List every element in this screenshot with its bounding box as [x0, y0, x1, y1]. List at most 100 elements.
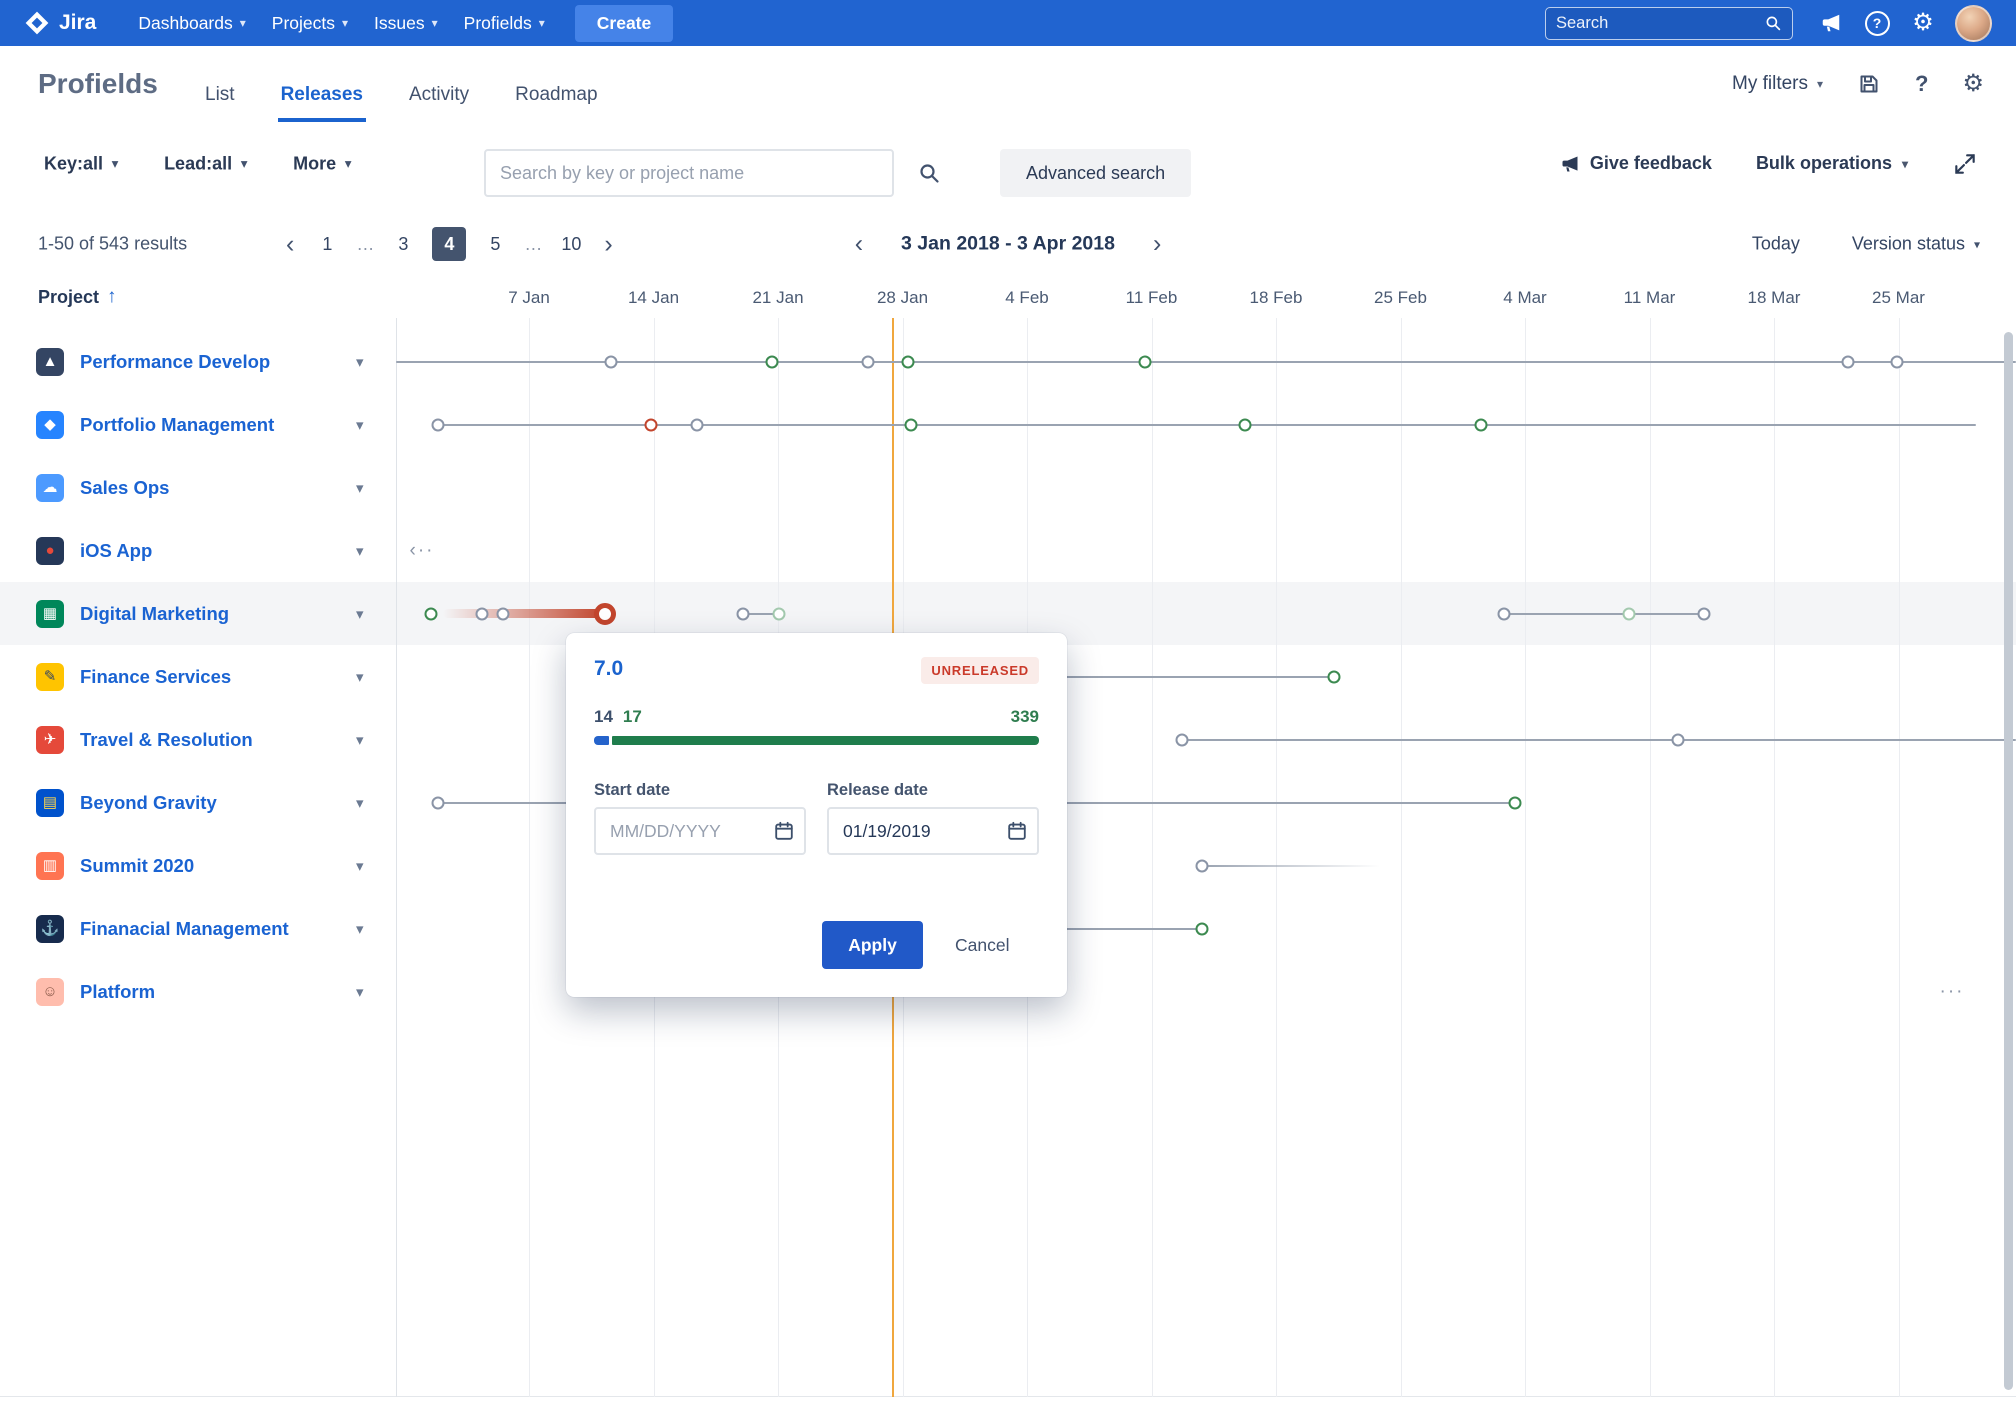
project-icon-glyph: ✈: [44, 732, 57, 747]
collapsed-releases[interactable]: ‹··: [410, 540, 435, 562]
release-marker[interactable]: [1698, 607, 1711, 620]
collapsed-releases[interactable]: ···: [1940, 981, 1965, 1003]
release-marker[interactable]: [1139, 355, 1152, 368]
release-marker[interactable]: [862, 355, 875, 368]
cancel-button[interactable]: Cancel: [945, 921, 1019, 969]
nav-item-projects[interactable]: Projects ▾: [260, 6, 360, 41]
release-line: [1504, 613, 1704, 615]
chevron-down-icon[interactable]: ▾: [356, 920, 364, 938]
release-marker[interactable]: [691, 418, 704, 431]
settings-button[interactable]: ⚙: [1903, 3, 1943, 43]
chevron-down-icon[interactable]: ▾: [356, 416, 364, 434]
release-marker[interactable]: [497, 607, 510, 620]
project-item-finance-services[interactable]: ✎Finance Services▾: [0, 645, 396, 708]
calendar-icon[interactable]: [1006, 820, 1028, 842]
vertical-scrollbar[interactable]: [2004, 332, 2013, 1390]
start-date-label: Start date: [594, 781, 670, 800]
release-marker[interactable]: [1196, 859, 1209, 872]
chevron-down-icon[interactable]: ▾: [356, 857, 364, 875]
release-marker[interactable]: [476, 607, 489, 620]
project-item-finanacial-management[interactable]: ⚓Finanacial Management▾: [0, 897, 396, 960]
user-avatar[interactable]: [1955, 5, 1992, 42]
project-item-summit-2020[interactable]: ▥Summit 2020▾: [0, 834, 396, 897]
progress-segment-blue: [594, 736, 609, 745]
release-marker[interactable]: [766, 355, 779, 368]
top-navbar: Jira Dashboards▾Projects▾Issues▾Profield…: [0, 0, 2016, 46]
release-marker[interactable]: [432, 418, 445, 431]
release-marker[interactable]: [773, 607, 786, 620]
release-marker[interactable]: [1509, 796, 1522, 809]
release-marker[interactable]: [432, 796, 445, 809]
rocket-icon: ▲: [36, 348, 64, 376]
project-item-platform[interactable]: ☺Platform▾: [0, 960, 396, 1023]
nav-item-dashboards[interactable]: Dashboards▾: [126, 6, 257, 41]
nav-item-issues[interactable]: Issues▾: [362, 6, 450, 41]
chevron-down-icon: ▾: [342, 17, 348, 29]
create-button[interactable]: Create: [575, 5, 673, 42]
release-marker[interactable]: [1623, 607, 1636, 620]
date-label-14-jan: 14 Jan: [628, 288, 679, 308]
project-item-sales-ops[interactable]: ☁Sales Ops▾: [0, 456, 396, 519]
progress-bar: [594, 736, 1039, 745]
global-search[interactable]: [1545, 7, 1793, 40]
date-label-28-jan: 28 Jan: [877, 288, 928, 308]
release-line: [1182, 739, 2016, 741]
question-icon: ?: [1865, 11, 1890, 36]
release-marker[interactable]: [737, 607, 750, 620]
release-marker[interactable]: [1239, 418, 1252, 431]
release-marker[interactable]: [605, 355, 618, 368]
nav-menu: Dashboards▾ Projects ▾ Issues▾Profields▾: [126, 6, 556, 41]
chevron-down-icon[interactable]: ▾: [356, 794, 364, 812]
global-search-input[interactable]: [1556, 14, 1756, 33]
calendar-icon[interactable]: [773, 820, 795, 842]
date-label-11-feb: 11 Feb: [1126, 288, 1178, 308]
release-marker[interactable]: [1176, 733, 1189, 746]
progress-segment-green: [612, 736, 1039, 745]
nav-item-label: Projects: [272, 13, 335, 34]
release-marker[interactable]: [425, 607, 438, 620]
date-header-row: 7 Jan14 Jan21 Jan28 Jan4 Feb11 Feb18 Feb…: [0, 288, 2016, 310]
release-marker[interactable]: [1196, 922, 1209, 935]
apply-button[interactable]: Apply: [822, 921, 923, 969]
release-popup: 7.0 UNRELEASED 14 17 339 Start date Rele…: [566, 633, 1067, 997]
release-marker[interactable]: [1328, 670, 1341, 683]
help-button[interactable]: ?: [1857, 3, 1897, 43]
date-label-25-feb: 25 Feb: [1374, 288, 1427, 308]
release-marker[interactable]: [1475, 418, 1488, 431]
date-label-25-mar: 25 Mar: [1872, 288, 1925, 308]
chart-icon: ▦: [36, 600, 64, 628]
release-marker[interactable]: [905, 418, 918, 431]
project-item-portfolio-management[interactable]: ◆Portfolio Management▾: [0, 393, 396, 456]
project-item-ios-app[interactable]: ●iOS App▾: [0, 519, 396, 582]
nav-item-label: Profields: [464, 13, 532, 34]
release-marker[interactable]: [1891, 355, 1904, 368]
release-line: [1202, 865, 1380, 867]
project-item-performance-develop[interactable]: ▲Performance Develop▾: [0, 330, 396, 393]
project-item-beyond-gravity[interactable]: ▤Beyond Gravity▾: [0, 771, 396, 834]
chevron-down-icon[interactable]: ▾: [356, 479, 364, 497]
release-marker[interactable]: [1672, 733, 1685, 746]
jira-logo-text: Jira: [59, 11, 96, 35]
release-marker[interactable]: [902, 355, 915, 368]
chevron-down-icon[interactable]: ▾: [356, 353, 364, 371]
chevron-down-icon[interactable]: ▾: [356, 668, 364, 686]
version-link[interactable]: 7.0: [594, 657, 623, 681]
project-item-travel-resolution[interactable]: ✈Travel & Resolution▾: [0, 708, 396, 771]
megaphone-icon: [1820, 12, 1842, 34]
announcements-button[interactable]: [1811, 3, 1851, 43]
jira-logo[interactable]: Jira: [24, 10, 96, 36]
nav-item-profields[interactable]: Profields▾: [452, 6, 557, 41]
chevron-down-icon[interactable]: ▾: [356, 731, 364, 749]
release-marker[interactable]: [594, 603, 616, 625]
chevron-down-icon[interactable]: ▾: [356, 542, 364, 560]
release-marker[interactable]: [1498, 607, 1511, 620]
project-icon-glyph: ▲: [43, 354, 58, 369]
portfolio-icon: ◆: [36, 411, 64, 439]
chevron-down-icon[interactable]: ▾: [356, 983, 364, 1001]
project-item-digital-marketing[interactable]: ▦Digital Marketing▾: [0, 582, 396, 645]
count-total: 339: [1011, 707, 1039, 727]
release-marker[interactable]: [645, 418, 658, 431]
release-marker[interactable]: [1842, 355, 1855, 368]
chevron-down-icon[interactable]: ▾: [356, 605, 364, 623]
date-label-11-mar: 11 Mar: [1624, 288, 1676, 308]
